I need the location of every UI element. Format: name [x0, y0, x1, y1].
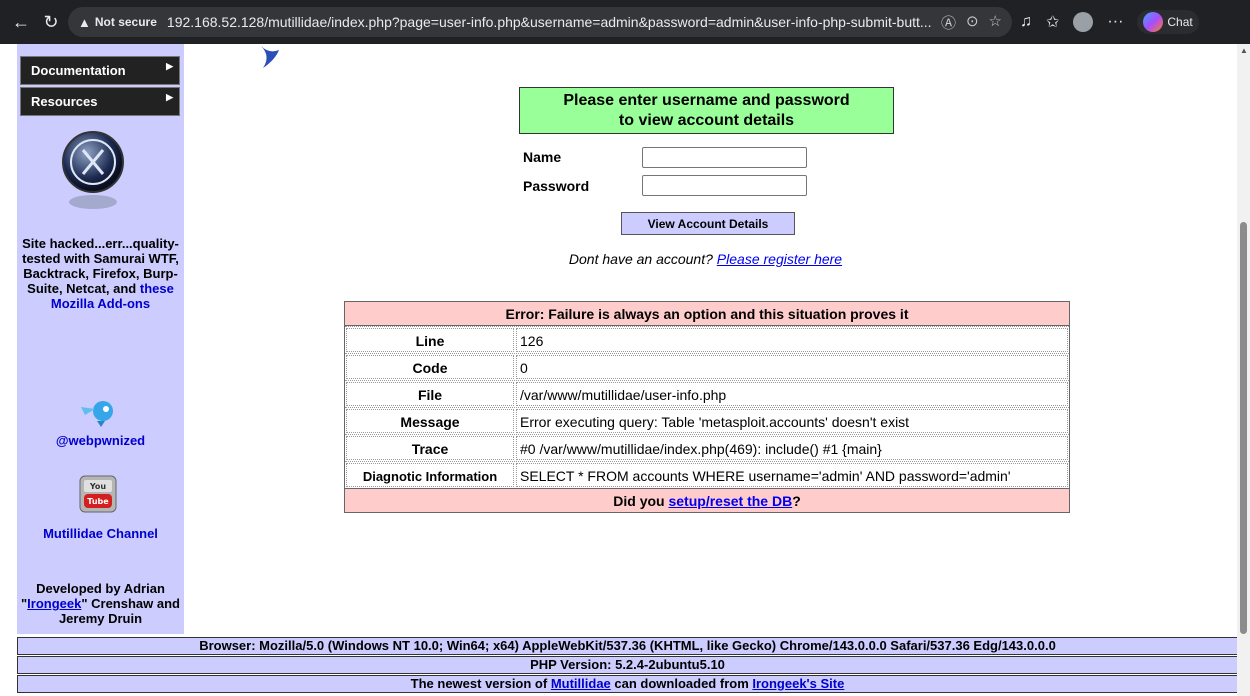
menu-arrow-icon: ▶ — [166, 92, 173, 102]
svg-text:You: You — [89, 482, 107, 491]
scroll-up-icon[interactable]: ▲ — [1240, 46, 1248, 55]
reset-db-prefix: Did you — [613, 493, 665, 509]
newest-middle: can downloaded from — [614, 676, 749, 691]
password-label: Password — [523, 178, 590, 194]
table-row: Trace #0 /var/www/mutillidae/index.php(4… — [345, 434, 1069, 461]
menu-item-label: Resources — [31, 94, 98, 109]
name-input[interactable] — [642, 147, 807, 168]
error-value: SELECT * FROM accounts WHERE username='a… — [516, 463, 1068, 487]
mutillidae-channel-link[interactable]: Mutillidae Channel — [17, 526, 184, 541]
error-value: #0 /var/www/mutillidae/index.php(469): i… — [516, 436, 1068, 460]
reset-db-link[interactable]: setup/reset the DB — [668, 493, 792, 509]
register-link[interactable]: Please register here — [717, 251, 842, 267]
mutillidae-link[interactable]: Mutillidae — [551, 676, 611, 691]
name-label: Name — [523, 149, 562, 165]
favorite-star-icon[interactable]: ☆ — [989, 12, 1002, 33]
twitter-handle-link[interactable]: @webpwnized — [17, 433, 184, 448]
error-value: Error executing query: Table 'metasploit… — [516, 409, 1068, 433]
error-key: File — [346, 382, 514, 406]
back-arrow-icon[interactable]: ← — [6, 7, 36, 37]
svg-text:Tube: Tube — [87, 497, 109, 506]
login-heading-line2: to view account details — [618, 112, 795, 129]
reset-db-suffix: ? — [792, 493, 801, 509]
table-row: Code 0 — [345, 353, 1069, 380]
newest-prefix: The newest version of — [410, 676, 548, 691]
menu-item-label: Documentation — [31, 63, 126, 78]
tested-with-text: Site hacked...err...quality-tested with … — [17, 236, 184, 311]
browser-info-bar: Browser: Mozilla/5.0 (Windows NT 10.0; W… — [17, 637, 1238, 655]
table-row: Diagnotic Information SELECT * FROM acco… — [345, 461, 1069, 488]
error-key: Code — [346, 355, 514, 379]
favorites-icon[interactable]: ✩ — [1046, 12, 1059, 32]
table-row: Line 126 — [345, 326, 1069, 353]
reset-db-prompt: Did you setup/reset the DB? — [345, 488, 1069, 512]
browser-toolbar: ← ↻ ▲ Not secure 192.168.52.128/mutillid… — [0, 0, 1250, 44]
error-key: Trace — [346, 436, 514, 460]
page-scrollbar[interactable]: ▲ — [1237, 44, 1250, 696]
security-label: Not secure — [94, 15, 157, 29]
url-text[interactable]: 192.168.52.128/mutillidae/index.php?page… — [167, 14, 932, 30]
copilot-icon — [1143, 12, 1164, 32]
table-row: Message Error executing query: Table 'me… — [345, 407, 1069, 434]
password-input[interactable] — [642, 175, 807, 196]
error-key: Diagnotic Information — [346, 463, 514, 487]
irongeek-link[interactable]: Irongeek — [27, 596, 81, 611]
register-prompt-text: Dont have an account? — [568, 251, 713, 267]
menu-item-resources[interactable]: Resources ▶ — [20, 87, 180, 116]
newest-version-bar: The newest version of Mutillidae can dow… — [17, 675, 1238, 693]
scroll-thumb[interactable] — [1240, 222, 1247, 634]
sidebar: Documentation ▶ Resources ▶ Site hacked.… — [17, 44, 184, 634]
copilot-chat-button[interactable]: Chat — [1137, 10, 1199, 34]
read-aloud-icon[interactable]: ♫ — [1020, 13, 1032, 31]
error-value: 126 — [516, 328, 1068, 352]
more-options-icon[interactable]: ⊙ — [966, 12, 979, 33]
address-bar[interactable]: ▲ Not secure 192.168.52.128/mutillidae/i… — [68, 7, 1012, 37]
twitter-bird-icon[interactable] — [79, 397, 119, 427]
error-table: Error: Failure is always an option and t… — [344, 301, 1070, 513]
error-title: Error: Failure is always an option and t… — [345, 302, 1069, 326]
translate-icon[interactable]: Ⓐ — [941, 12, 956, 33]
error-key: Line — [346, 328, 514, 352]
error-key: Message — [346, 409, 514, 433]
page-viewport: Documentation ▶ Resources ▶ Site hacked.… — [0, 44, 1250, 696]
error-value: 0 — [516, 355, 1068, 379]
table-row: File /var/www/mutillidae/user-info.php — [345, 380, 1069, 407]
profile-avatar[interactable] — [1073, 12, 1094, 32]
warning-icon: ▲ — [78, 14, 91, 30]
chat-label: Chat — [1167, 15, 1193, 29]
irongeek-site-link[interactable]: Irongeek's Site — [752, 676, 844, 691]
error-value: /var/www/mutillidae/user-info.php — [516, 382, 1068, 406]
youtube-icon[interactable]: You Tube — [78, 474, 118, 514]
register-prompt: Dont have an account? Please register he… — [0, 251, 1250, 267]
login-heading: Please enter username and password to vi… — [519, 87, 894, 134]
php-version-bar: PHP Version: 5.2.4-2ubuntu5.10 — [17, 656, 1238, 674]
view-account-details-button[interactable]: View Account Details — [621, 212, 795, 235]
owasp-logo-icon — [62, 131, 124, 209]
login-heading-line1: Please enter username and password — [563, 92, 850, 109]
mutillidae-logo-icon — [261, 46, 279, 68]
menu-item-documentation[interactable]: Documentation ▶ — [20, 56, 180, 85]
menu-dots-icon[interactable]: ··· — [1107, 13, 1123, 31]
menu-arrow-icon: ▶ — [166, 61, 173, 71]
developed-by-text: Developed by Adrian "Irongeek" Crenshaw … — [17, 581, 184, 626]
reload-icon[interactable]: ↻ — [36, 7, 66, 37]
